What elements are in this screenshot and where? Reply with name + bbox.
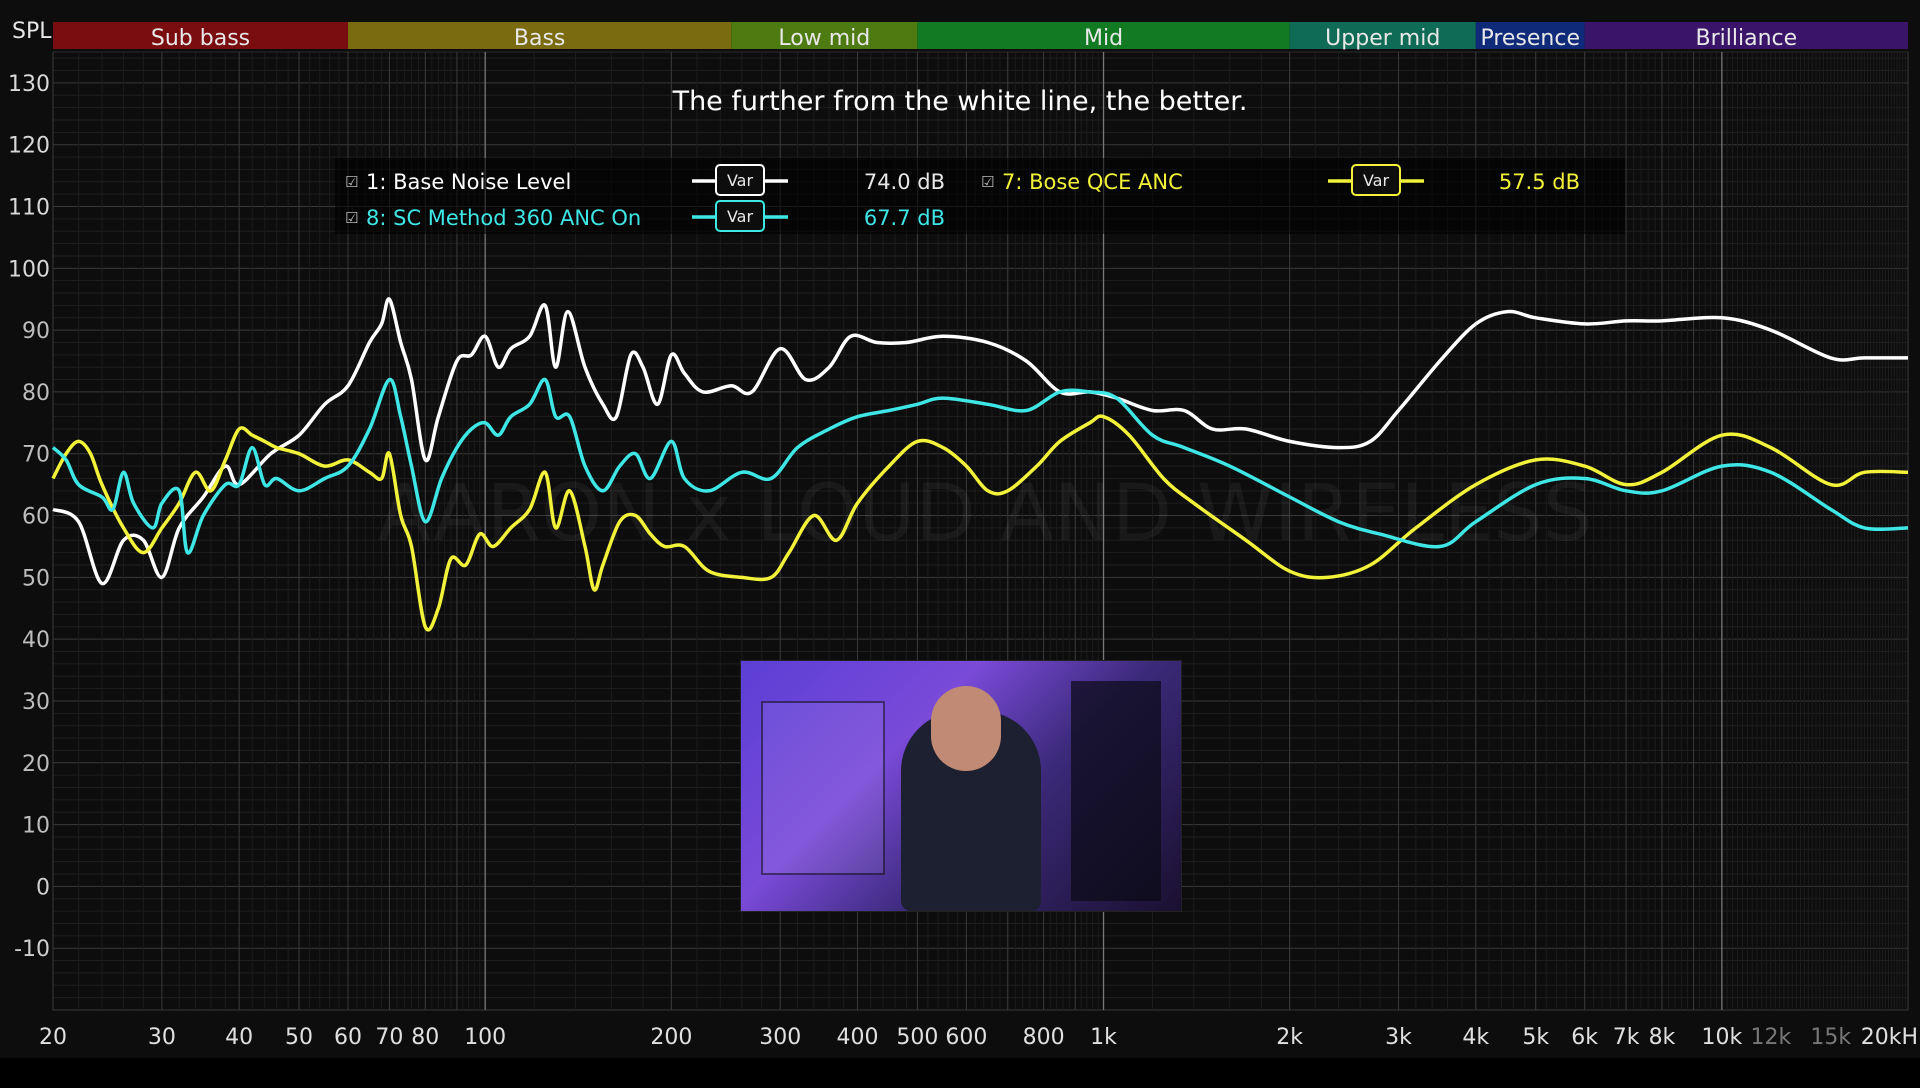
x-tick-label: 8k — [1649, 1025, 1676, 1050]
x-tick-label: 12k — [1750, 1025, 1791, 1050]
x-tick-label: 800 — [1023, 1025, 1065, 1050]
y-tick-label: 10 — [22, 814, 50, 839]
chart-title: The further from the white line, the bet… — [672, 86, 1248, 117]
x-tick-label: 20kH — [1861, 1025, 1918, 1050]
x-tick-label: 300 — [759, 1025, 801, 1050]
legend-var-label: Var — [1363, 171, 1390, 190]
y-tick-label: 90 — [22, 319, 50, 344]
x-tick-label: 80 — [411, 1025, 439, 1050]
y-tick-label: 40 — [22, 628, 50, 653]
chart-stage: Sub bass Bass Low mid Mid Upper mid Presence B… — [0, 0, 1920, 1088]
x-tick-label: 6k — [1571, 1025, 1598, 1050]
legend-value: 57.5 dB — [1499, 170, 1580, 194]
x-tick-label: 60 — [334, 1025, 362, 1050]
y-tick-label: 50 — [22, 566, 50, 591]
x-tick-label: 2k — [1276, 1025, 1303, 1050]
x-tick-label: 4k — [1462, 1025, 1489, 1050]
band-label: Bass — [514, 26, 566, 51]
y-tick-label: 80 — [22, 381, 50, 406]
legend-value: 74.0 dB — [864, 170, 945, 194]
presenter-head — [931, 686, 1001, 771]
y-tick-label: -10 — [14, 937, 50, 962]
x-tick-label: 15k — [1810, 1025, 1851, 1050]
y-tick-label: 70 — [22, 443, 50, 468]
y-tick-label: 110 — [8, 196, 50, 221]
y-tick-label: 60 — [22, 505, 50, 530]
legend-series-name: 7: Bose QCE ANC — [1002, 170, 1183, 194]
legend-var-label: Var — [727, 171, 754, 190]
y-tick-label: 120 — [8, 134, 50, 159]
y-tick-label: 20 — [22, 752, 50, 777]
band-label: Upper mid — [1325, 26, 1440, 51]
legend-var-label: Var — [727, 207, 754, 226]
y-tick-label: 30 — [22, 690, 50, 715]
legend-value: 67.7 dB — [864, 206, 945, 230]
x-tick-label: 400 — [836, 1025, 878, 1050]
y-tick-label: 100 — [8, 257, 50, 282]
band-label: Presence — [1480, 26, 1580, 51]
x-tick-label: 30 — [148, 1025, 176, 1050]
x-tick-label: 100 — [464, 1025, 506, 1050]
y-tick-label: 0 — [36, 875, 50, 900]
legend-checkbox: ☑ — [345, 173, 358, 191]
background-door — [1071, 681, 1161, 901]
legend-series-name: 8: SC Method 360 ANC On — [366, 206, 641, 230]
x-tick-label: 50 — [285, 1025, 313, 1050]
bottom-bar — [0, 1058, 1920, 1088]
x-tick-label: 40 — [225, 1025, 253, 1050]
legend-checkbox: ☑ — [981, 173, 994, 191]
band-label: Brilliance — [1696, 26, 1798, 51]
legend-series-name: 1: Base Noise Level — [366, 170, 571, 194]
x-tick-label: 3k — [1385, 1025, 1412, 1050]
x-tick-label: 5k — [1522, 1025, 1549, 1050]
band-label: Mid — [1084, 26, 1123, 51]
x-tick-label: 200 — [650, 1025, 692, 1050]
x-tick-label: 70 — [375, 1025, 403, 1050]
x-tick-label: 1k — [1090, 1025, 1117, 1050]
legend-checkbox: ☑ — [345, 209, 358, 227]
background-shelf — [761, 701, 885, 875]
y-tick-label: 130 — [8, 72, 50, 97]
band-label: Sub bass — [151, 26, 250, 51]
x-tick-label: 10k — [1701, 1025, 1742, 1050]
band-label: Low mid — [778, 26, 870, 51]
y-axis-label: SPL — [12, 19, 52, 44]
webcam-video-inset — [740, 660, 1182, 912]
x-tick-label: 500 — [896, 1025, 938, 1050]
x-tick-label: 20 — [39, 1025, 67, 1050]
x-tick-label: 600 — [945, 1025, 987, 1050]
x-tick-label: 7k — [1613, 1025, 1640, 1050]
